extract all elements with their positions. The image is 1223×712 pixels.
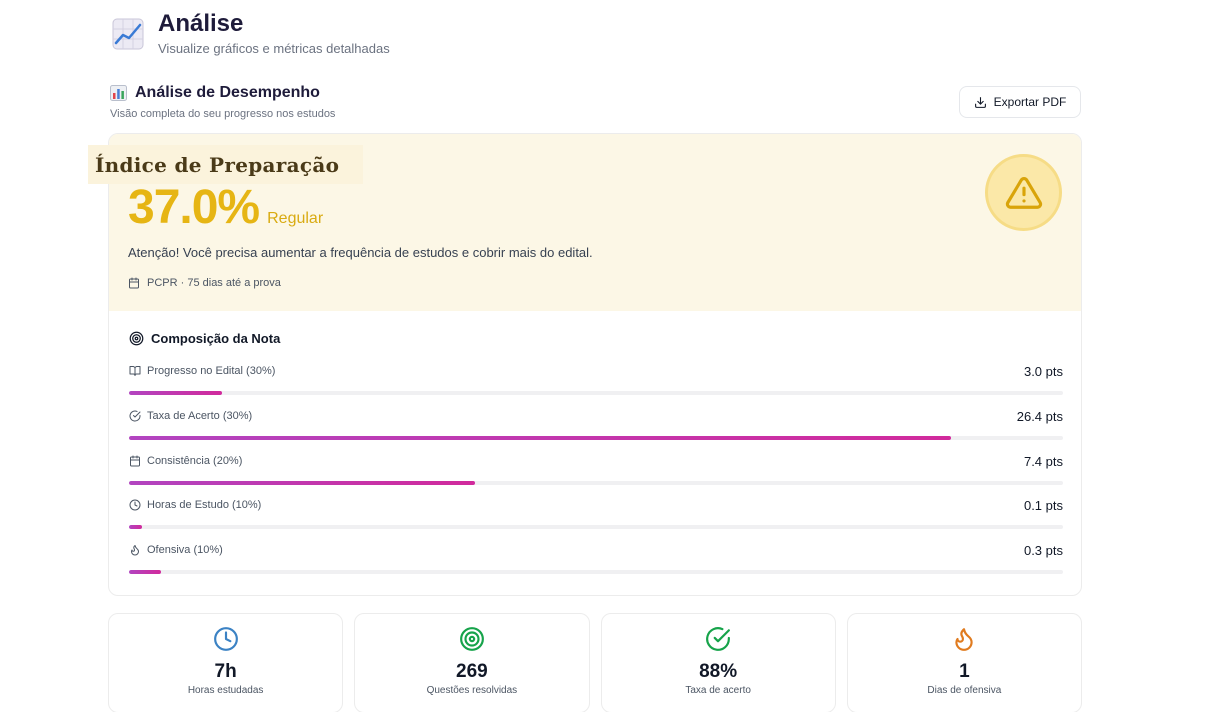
composition-label: Taxa de Acerto (30%) <box>147 410 253 422</box>
progress-fill <box>129 481 475 485</box>
progress-track <box>129 481 1063 485</box>
progress-fill <box>129 436 951 440</box>
bar-chart-icon <box>110 85 127 101</box>
composition-row-consistencia: Consistência (20%) 7.4 pts <box>129 453 1063 485</box>
composition-label: Ofensiva (10%) <box>147 544 223 556</box>
target-icon <box>459 627 484 651</box>
calendar-icon <box>129 277 139 289</box>
composition-points: 3.0 pts <box>1023 363 1063 379</box>
stat-card-accuracy: 88% Taxa de acerto <box>600 613 836 712</box>
chart-increasing-icon <box>112 18 144 50</box>
progress-fill <box>129 570 161 574</box>
stat-value: 88% <box>699 661 738 682</box>
section-header: Análise de Desempenho Visão completa do … <box>110 84 335 120</box>
performance-card: 37.0% Regular Atenção! Você precisa aume… <box>108 133 1082 596</box>
readiness-message: Atenção! Você precisa aumentar a frequên… <box>128 245 593 260</box>
composition-row-horas: Horas de Estudo (10%) 0.1 pts <box>129 497 1063 529</box>
progress-track <box>129 525 1063 529</box>
flame-icon <box>131 545 139 556</box>
readiness-rating: Regular <box>267 210 324 227</box>
composition-points: 0.1 pts <box>1023 497 1063 513</box>
stat-label: Dias de ofensiva <box>927 685 1002 696</box>
flame-icon <box>955 628 974 651</box>
stat-value: 269 <box>456 661 488 682</box>
stat-card-questions: 269 Questões resolvidas <box>354 613 590 712</box>
composition-title-row: Composição da Nota <box>129 331 280 346</box>
stat-value: 7h <box>214 661 237 682</box>
stat-label: Taxa de acerto <box>685 685 751 696</box>
composition-label: Horas de Estudo (10%) <box>147 499 262 511</box>
download-icon <box>974 96 986 108</box>
stat-card-streak: 1 Dias de ofensiva <box>846 613 1082 712</box>
composition-label: Progresso no Edital (30%) <box>147 365 276 377</box>
section-subtitle: Visão completa do seu progresso nos estu… <box>110 108 336 120</box>
progress-track <box>129 570 1063 574</box>
clock-icon <box>213 627 238 651</box>
warning-icon <box>1005 176 1042 209</box>
stat-label: Horas estudadas <box>187 685 264 696</box>
readiness-title: Índice de Preparação <box>88 145 363 184</box>
calendar-icon <box>130 455 140 467</box>
exam-info-text: PCPR · 75 dias até a prova <box>147 277 281 289</box>
progress-fill <box>129 391 223 395</box>
progress-fill <box>129 525 143 529</box>
composition-row-progresso: Progresso no Edital (30%) 3.0 pts <box>129 363 1063 395</box>
section-title: Análise de Desempenho <box>135 84 320 101</box>
stat-card-hours: 7h Horas estudadas <box>108 613 344 712</box>
export-pdf-label: Exportar PDF <box>993 95 1067 109</box>
check-circle-icon <box>706 627 731 651</box>
readiness-score: 37.0% Regular <box>128 180 323 235</box>
warning-badge <box>985 154 1062 231</box>
composition-row-acerto: Taxa de Acerto (30%) 26.4 pts <box>129 408 1063 440</box>
readiness-score-value: 37.0% <box>128 181 260 234</box>
stat-value: 1 <box>959 661 970 682</box>
stats-row: 7h Horas estudadas 269 Questões resolvid… <box>108 613 1082 712</box>
page-header: Análise Visualize gráficos e métricas de… <box>112 10 390 56</box>
stat-label: Questões resolvidas <box>426 685 518 696</box>
progress-track <box>129 436 1063 440</box>
book-icon <box>129 366 141 376</box>
export-pdf-button[interactable]: Exportar PDF <box>959 86 1081 118</box>
page-title: Análise <box>158 10 244 37</box>
composition-title: Composição da Nota <box>151 331 281 346</box>
composition-row-ofensiva: Ofensiva (10%) 0.3 pts <box>129 542 1063 574</box>
progress-track <box>129 391 1063 395</box>
clock-icon <box>129 499 141 511</box>
page-subtitle: Visualize gráficos e métricas detalhadas <box>158 41 390 56</box>
composition-label: Consistência (20%) <box>147 455 243 467</box>
composition-points: 0.3 pts <box>1023 542 1063 558</box>
check-circle-icon <box>129 410 141 422</box>
composition-points: 26.4 pts <box>1016 408 1063 424</box>
target-icon <box>129 331 144 346</box>
composition-points: 7.4 pts <box>1023 453 1063 469</box>
exam-info: PCPR · 75 dias até a prova <box>128 277 281 289</box>
section-title-row: Análise de Desempenho <box>110 84 335 102</box>
